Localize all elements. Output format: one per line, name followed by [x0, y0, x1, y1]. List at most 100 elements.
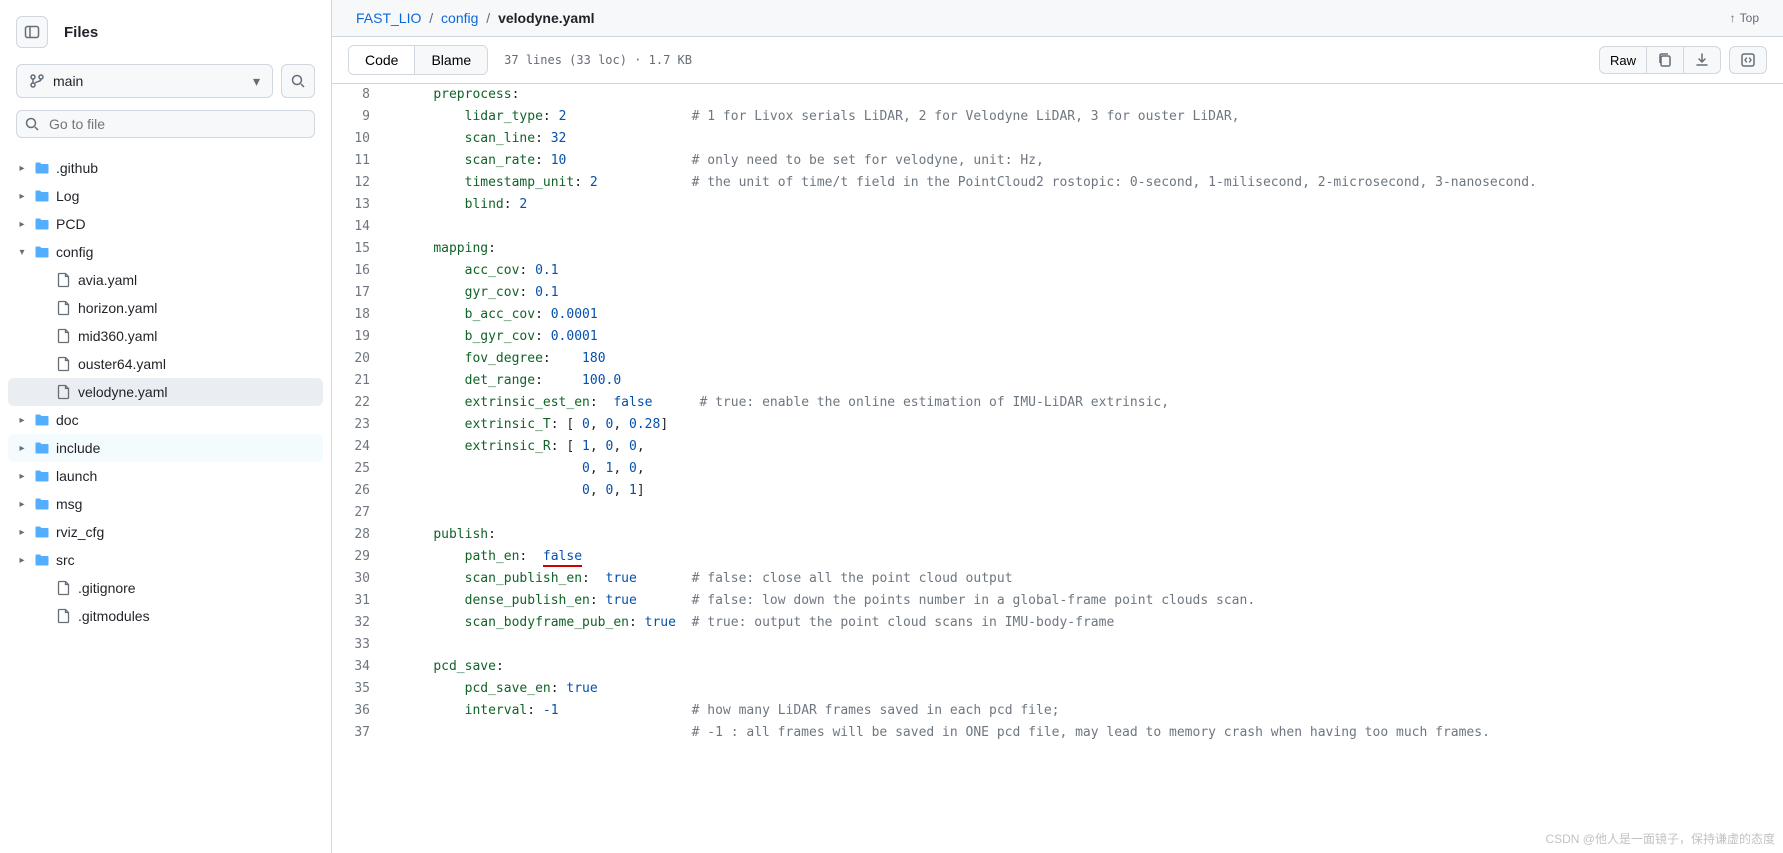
tree-item-label: horizon.yaml [78, 300, 157, 316]
code-content: preprocess: [392, 84, 519, 106]
code-content: acc_cov: 0.1 [392, 260, 559, 282]
code-content: scan_bodyframe_pub_en: true # true: outp… [392, 612, 1114, 634]
tree-file[interactable]: avia.yaml [8, 266, 323, 294]
tab-blame[interactable]: Blame [415, 46, 487, 74]
code-content: dense_publish_en: true # false: low down… [392, 590, 1255, 612]
tree-item-label: include [56, 440, 100, 456]
line-number: 26 [332, 480, 392, 502]
file-icon [56, 300, 72, 316]
code-line[interactable]: 36 interval: -1 # how many LiDAR frames … [332, 700, 1783, 722]
code-line[interactable]: 12 timestamp_unit: 2 # the unit of time/… [332, 172, 1783, 194]
code-line[interactable]: 22 extrinsic_est_en: false # true: enabl… [332, 392, 1783, 414]
tree-folder[interactable]: ▸doc [8, 406, 323, 434]
code-line[interactable]: 24 extrinsic_R: [ 1, 0, 0, [332, 436, 1783, 458]
tree-item-label: rviz_cfg [56, 524, 104, 540]
code-line[interactable]: 28 publish: [332, 524, 1783, 546]
code-line[interactable]: 32 scan_bodyframe_pub_en: true # true: o… [332, 612, 1783, 634]
code-line[interactable]: 31 dense_publish_en: true # false: low d… [332, 590, 1783, 612]
symbols-button[interactable] [1729, 46, 1767, 74]
chevron-icon: ▸ [16, 527, 28, 538]
tree-item-label: .gitignore [78, 580, 136, 596]
tree-folder[interactable]: ▸msg [8, 490, 323, 518]
code-view[interactable]: 8 preprocess:9 lidar_type: 2 # 1 for Liv… [332, 84, 1783, 853]
line-number: 32 [332, 612, 392, 634]
download-icon [1694, 52, 1710, 68]
code-line[interactable]: 18 b_acc_cov: 0.0001 [332, 304, 1783, 326]
tree-folder[interactable]: ▸PCD [8, 210, 323, 238]
tree-folder[interactable]: ▸Log [8, 182, 323, 210]
code-line[interactable]: 21 det_range: 100.0 [332, 370, 1783, 392]
search-icon [24, 116, 40, 132]
folder-icon [34, 468, 50, 484]
line-number: 29 [332, 546, 392, 568]
breadcrumb: FAST_LIO / config / velodyne.yaml [356, 10, 595, 26]
chevron-down-icon: ▾ [253, 73, 260, 90]
file-tree[interactable]: ▸.github▸Log▸PCD▾configavia.yaml horizon.… [0, 150, 331, 853]
code-line[interactable]: 14 [332, 216, 1783, 238]
file-icon [56, 580, 72, 596]
breadcrumb-root[interactable]: FAST_LIO [356, 10, 421, 26]
tree-file[interactable]: .gitmodules [8, 602, 323, 630]
file-icon [56, 608, 72, 624]
toggle-panel-button[interactable] [16, 16, 48, 48]
code-line[interactable]: 29 path_en: false [332, 546, 1783, 568]
files-title: Files [64, 24, 98, 41]
download-button[interactable] [1684, 46, 1721, 74]
code-line[interactable]: 10 scan_line: 32 [332, 128, 1783, 150]
code-line[interactable]: 25 0, 1, 0, [332, 458, 1783, 480]
code-line[interactable]: 35 pcd_save_en: true [332, 678, 1783, 700]
code-line[interactable]: 8 preprocess: [332, 84, 1783, 106]
tree-file[interactable]: ouster64.yaml [8, 350, 323, 378]
code-line[interactable]: 11 scan_rate: 10 # only need to be set f… [332, 150, 1783, 172]
folder-icon [34, 524, 50, 540]
code-content: interval: -1 # how many LiDAR frames sav… [392, 700, 1067, 722]
code-content: path_en: false [392, 546, 582, 568]
tree-folder[interactable]: ▸launch [8, 462, 323, 490]
code-content: mapping: [392, 238, 496, 260]
code-line[interactable]: 37 # -1 : all frames will be saved in ON… [332, 722, 1783, 744]
tree-file[interactable]: horizon.yaml [8, 294, 323, 322]
chevron-icon: ▸ [16, 443, 28, 454]
branch-select-button[interactable]: main ▾ [16, 64, 273, 98]
code-line[interactable]: 16 acc_cov: 0.1 [332, 260, 1783, 282]
search-button[interactable] [281, 64, 315, 98]
tree-folder[interactable]: ▸.github [8, 154, 323, 182]
code-line[interactable]: 26 0, 0, 1] [332, 480, 1783, 502]
code-content: b_acc_cov: 0.0001 [392, 304, 598, 326]
code-line[interactable]: 17 gyr_cov: 0.1 [332, 282, 1783, 304]
code-line[interactable]: 27 [332, 502, 1783, 524]
tree-item-label: msg [56, 496, 82, 512]
file-icon [56, 328, 72, 344]
code-line[interactable]: 20 fov_degree: 180 [332, 348, 1783, 370]
tree-folder[interactable]: ▸src [8, 546, 323, 574]
code-line[interactable]: 15 mapping: [332, 238, 1783, 260]
code-content: blind: 2 [392, 194, 527, 216]
code-line[interactable]: 19 b_gyr_cov: 0.0001 [332, 326, 1783, 348]
raw-button[interactable]: Raw [1599, 46, 1647, 74]
code-line[interactable]: 33 [332, 634, 1783, 656]
tree-folder[interactable]: ▸ include [8, 434, 323, 462]
top-link[interactable]: ↑ Top [1730, 11, 1759, 25]
code-line[interactable]: 9 lidar_type: 2 # 1 for Livox serials Li… [332, 106, 1783, 128]
code-line[interactable]: 34 pcd_save: [332, 656, 1783, 678]
copy-button[interactable] [1647, 46, 1684, 74]
code-line[interactable]: 23 extrinsic_T: [ 0, 0, 0.28] [332, 414, 1783, 436]
line-number: 28 [332, 524, 392, 546]
tree-folder[interactable]: ▸ rviz_cfg [8, 518, 323, 546]
breadcrumb-folder[interactable]: config [441, 10, 478, 26]
tree-file[interactable]: .gitignore [8, 574, 323, 602]
tree-folder[interactable]: ▾config [8, 238, 323, 266]
code-line[interactable]: 30 scan_publish_en: true # false: close … [332, 568, 1783, 590]
code-content [392, 502, 402, 524]
code-line[interactable]: 13 blind: 2 [332, 194, 1783, 216]
goto-file-input[interactable] [16, 110, 315, 138]
code-content: gyr_cov: 0.1 [392, 282, 559, 304]
tree-file[interactable]: velodyne.yaml [8, 378, 323, 406]
sidebar: Files main ▾ ▸.github▸Log▸PCD▾configavia… [0, 0, 332, 853]
tab-code[interactable]: Code [349, 46, 415, 74]
code-content: extrinsic_est_en: false # true: enable t… [392, 392, 1169, 414]
line-number: 22 [332, 392, 392, 414]
tree-file[interactable]: mid360.yaml [8, 322, 323, 350]
code-content: pcd_save: [392, 656, 504, 678]
line-number: 14 [332, 216, 392, 238]
